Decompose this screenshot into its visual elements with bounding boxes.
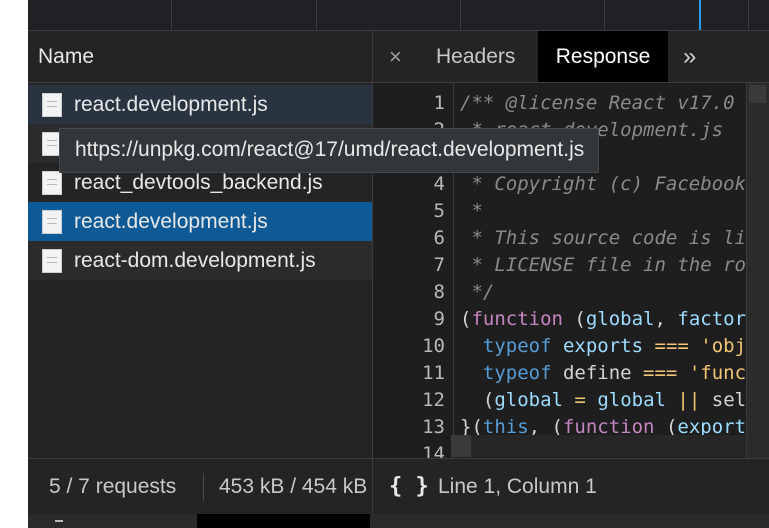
status-bar: 5 / 7 requests 453 kB / 454 kB { } Line … (28, 458, 769, 515)
file-icon (42, 92, 62, 117)
code-line: (function (global, factory (460, 308, 758, 330)
line-number: 9 (433, 308, 445, 330)
chevron-double-right-icon[interactable]: » (683, 31, 696, 82)
horizontal-scrollbar[interactable] (471, 435, 747, 457)
line-number: 11 (422, 362, 445, 384)
file-icon (42, 248, 62, 273)
waterfall-overview[interactable] (28, 0, 769, 31)
waterfall-divider (604, 0, 605, 30)
request-row[interactable]: react.development.js (28, 85, 372, 124)
line-number: 7 (433, 254, 445, 276)
file-icon (42, 170, 62, 195)
code-line: */ (460, 281, 495, 303)
status-divider (203, 473, 204, 501)
code-line: * This source code is lic (460, 227, 758, 249)
request-name: react.development.js (74, 209, 268, 233)
drawer-tab[interactable] (197, 514, 370, 528)
braces-icon[interactable]: { } (389, 459, 429, 515)
code-line: * (460, 200, 483, 222)
tab-response[interactable]: Response (538, 31, 668, 82)
vertical-scrollbar-thumb[interactable] (749, 85, 766, 103)
request-name: react-dom.development.js (74, 248, 316, 272)
editor-status: { } Line 1, Column 1 (373, 459, 769, 515)
request-url-tooltip: https://unpkg.com/react@17/umd/react.dev… (59, 128, 600, 173)
name-column-header[interactable]: Name (28, 31, 372, 83)
line-number: 1 (433, 92, 445, 114)
line-number: 14 (422, 443, 445, 458)
request-name: react.development.js (74, 92, 268, 116)
line-number: 12 (422, 389, 445, 411)
cursor-position: Line 1, Column 1 (438, 475, 597, 498)
vertical-scrollbar[interactable] (746, 83, 769, 458)
response-detail-panel: × Headers Response » 1 2 3 4 5 6 7 8 9 1… (373, 31, 769, 458)
request-row[interactable]: react-dom.development.js (28, 241, 372, 280)
code-line: * Copyright (c) Facebook (460, 173, 746, 195)
transfer-size: 453 kB / 454 kB (219, 475, 368, 498)
request-count: 5 / 7 requests (49, 475, 177, 498)
tab-headers[interactable]: Headers (436, 31, 515, 82)
line-number: 4 (433, 173, 445, 195)
waterfall-timing-marker (699, 0, 701, 30)
code-line: /** @license React v17.0 (460, 92, 735, 114)
waterfall-divider (460, 0, 461, 30)
request-list: react.development.js react_devtools_back… (28, 83, 372, 280)
request-name: react_devtools_backend.js (74, 170, 323, 194)
line-number: 10 (422, 335, 445, 357)
code-line: typeof exports === 'obje (482, 335, 758, 357)
request-row-selected[interactable]: react.development.js (28, 202, 372, 241)
request-list-panel: Name react.development.js react_devtools… (28, 31, 373, 458)
horizontal-scrollbar-thumb[interactable] (451, 435, 471, 457)
devtools-network-panel: Name react.development.js react_devtools… (28, 0, 769, 528)
waterfall-divider (316, 0, 317, 30)
code-line: * LICENSE file in the roo (460, 254, 758, 276)
drawer-menu-icon[interactable] (55, 520, 63, 522)
code-line: typeof define === 'funct (482, 362, 758, 384)
drawer-tabbar (28, 514, 769, 528)
close-icon[interactable]: × (389, 31, 402, 82)
detail-tabbar: × Headers Response » (373, 31, 769, 83)
request-summary: 5 / 7 requests 453 kB / 454 kB (28, 459, 373, 515)
line-number: 13 (422, 416, 445, 438)
waterfall-divider (171, 0, 172, 30)
waterfall-divider (748, 0, 749, 30)
line-number: 8 (433, 281, 445, 303)
file-icon (42, 209, 62, 234)
code-line: (global = global || self (460, 389, 758, 411)
line-number: 5 (433, 200, 445, 222)
line-number: 6 (433, 227, 445, 249)
